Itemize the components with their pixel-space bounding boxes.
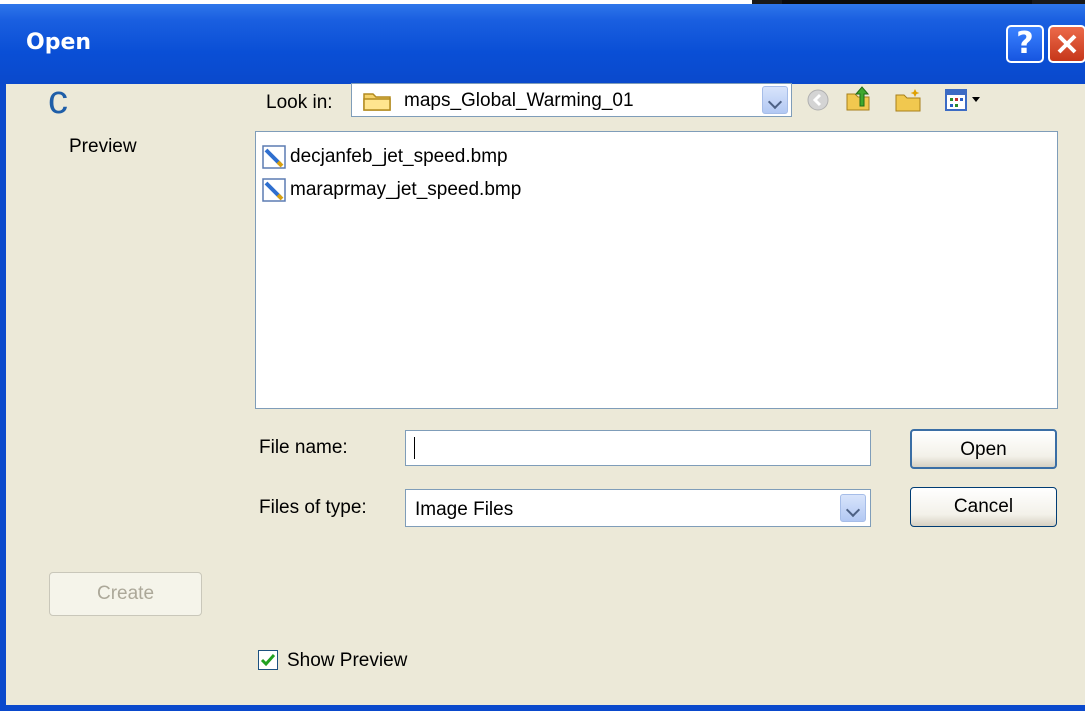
back-icon[interactable] (806, 88, 830, 112)
chevron-down-icon (972, 97, 980, 102)
new-folder-icon[interactable] (893, 86, 925, 114)
folder-icon (363, 93, 391, 111)
text-cursor (414, 437, 415, 459)
create-button[interactable]: Create (49, 572, 202, 616)
open-button[interactable]: Open (910, 429, 1057, 469)
help-button[interactable]: ? (1006, 25, 1044, 63)
cancel-button[interactable]: Cancel (910, 487, 1057, 527)
file-name-label: File name: (259, 437, 348, 458)
dialog-titlebar[interactable] (0, 4, 1085, 84)
show-preview-label[interactable]: Show Preview (287, 650, 407, 672)
file-name-text: maraprmay_jet_speed.bmp (290, 179, 522, 200)
dialog-title: Open (26, 30, 92, 55)
files-of-type-label: Files of type: (259, 497, 367, 518)
look-in-label: Look in: (266, 92, 333, 113)
bitmap-file-icon (262, 145, 286, 169)
open-dialog: Open ? c Look in: maps_Global_Warming_01 (0, 0, 1085, 711)
view-menu-icon (945, 89, 967, 111)
files-of-type-arrow[interactable] (840, 494, 866, 522)
look-in-value: maps_Global_Warming_01 (404, 90, 634, 111)
file-list[interactable]: decjanfeb_jet_speed.bmp maraprmay_jet_sp… (255, 131, 1058, 409)
bitmap-file-icon (262, 178, 286, 202)
show-preview-checkbox[interactable] (258, 650, 278, 670)
look-in-arrow[interactable] (762, 86, 788, 114)
files-of-type-value: Image Files (415, 499, 514, 520)
close-button[interactable] (1048, 25, 1085, 63)
look-in-dropdown[interactable]: maps_Global_Warming_01 (351, 83, 792, 117)
files-of-type-dropdown[interactable]: Image Files (405, 489, 871, 527)
up-folder-icon[interactable] (843, 84, 873, 114)
view-menu-button[interactable] (944, 86, 990, 114)
file-name-text: decjanfeb_jet_speed.bmp (290, 146, 508, 167)
file-name-input[interactable] (405, 430, 871, 466)
checkmark-icon (260, 654, 276, 667)
dialog-bottom-border (0, 705, 1085, 711)
preview-label: Preview (69, 136, 137, 157)
close-icon (1057, 34, 1077, 54)
background-partial-text: c (48, 78, 68, 122)
list-item[interactable]: decjanfeb_jet_speed.bmp (262, 142, 508, 172)
list-item[interactable]: maraprmay_jet_speed.bmp (262, 175, 521, 205)
